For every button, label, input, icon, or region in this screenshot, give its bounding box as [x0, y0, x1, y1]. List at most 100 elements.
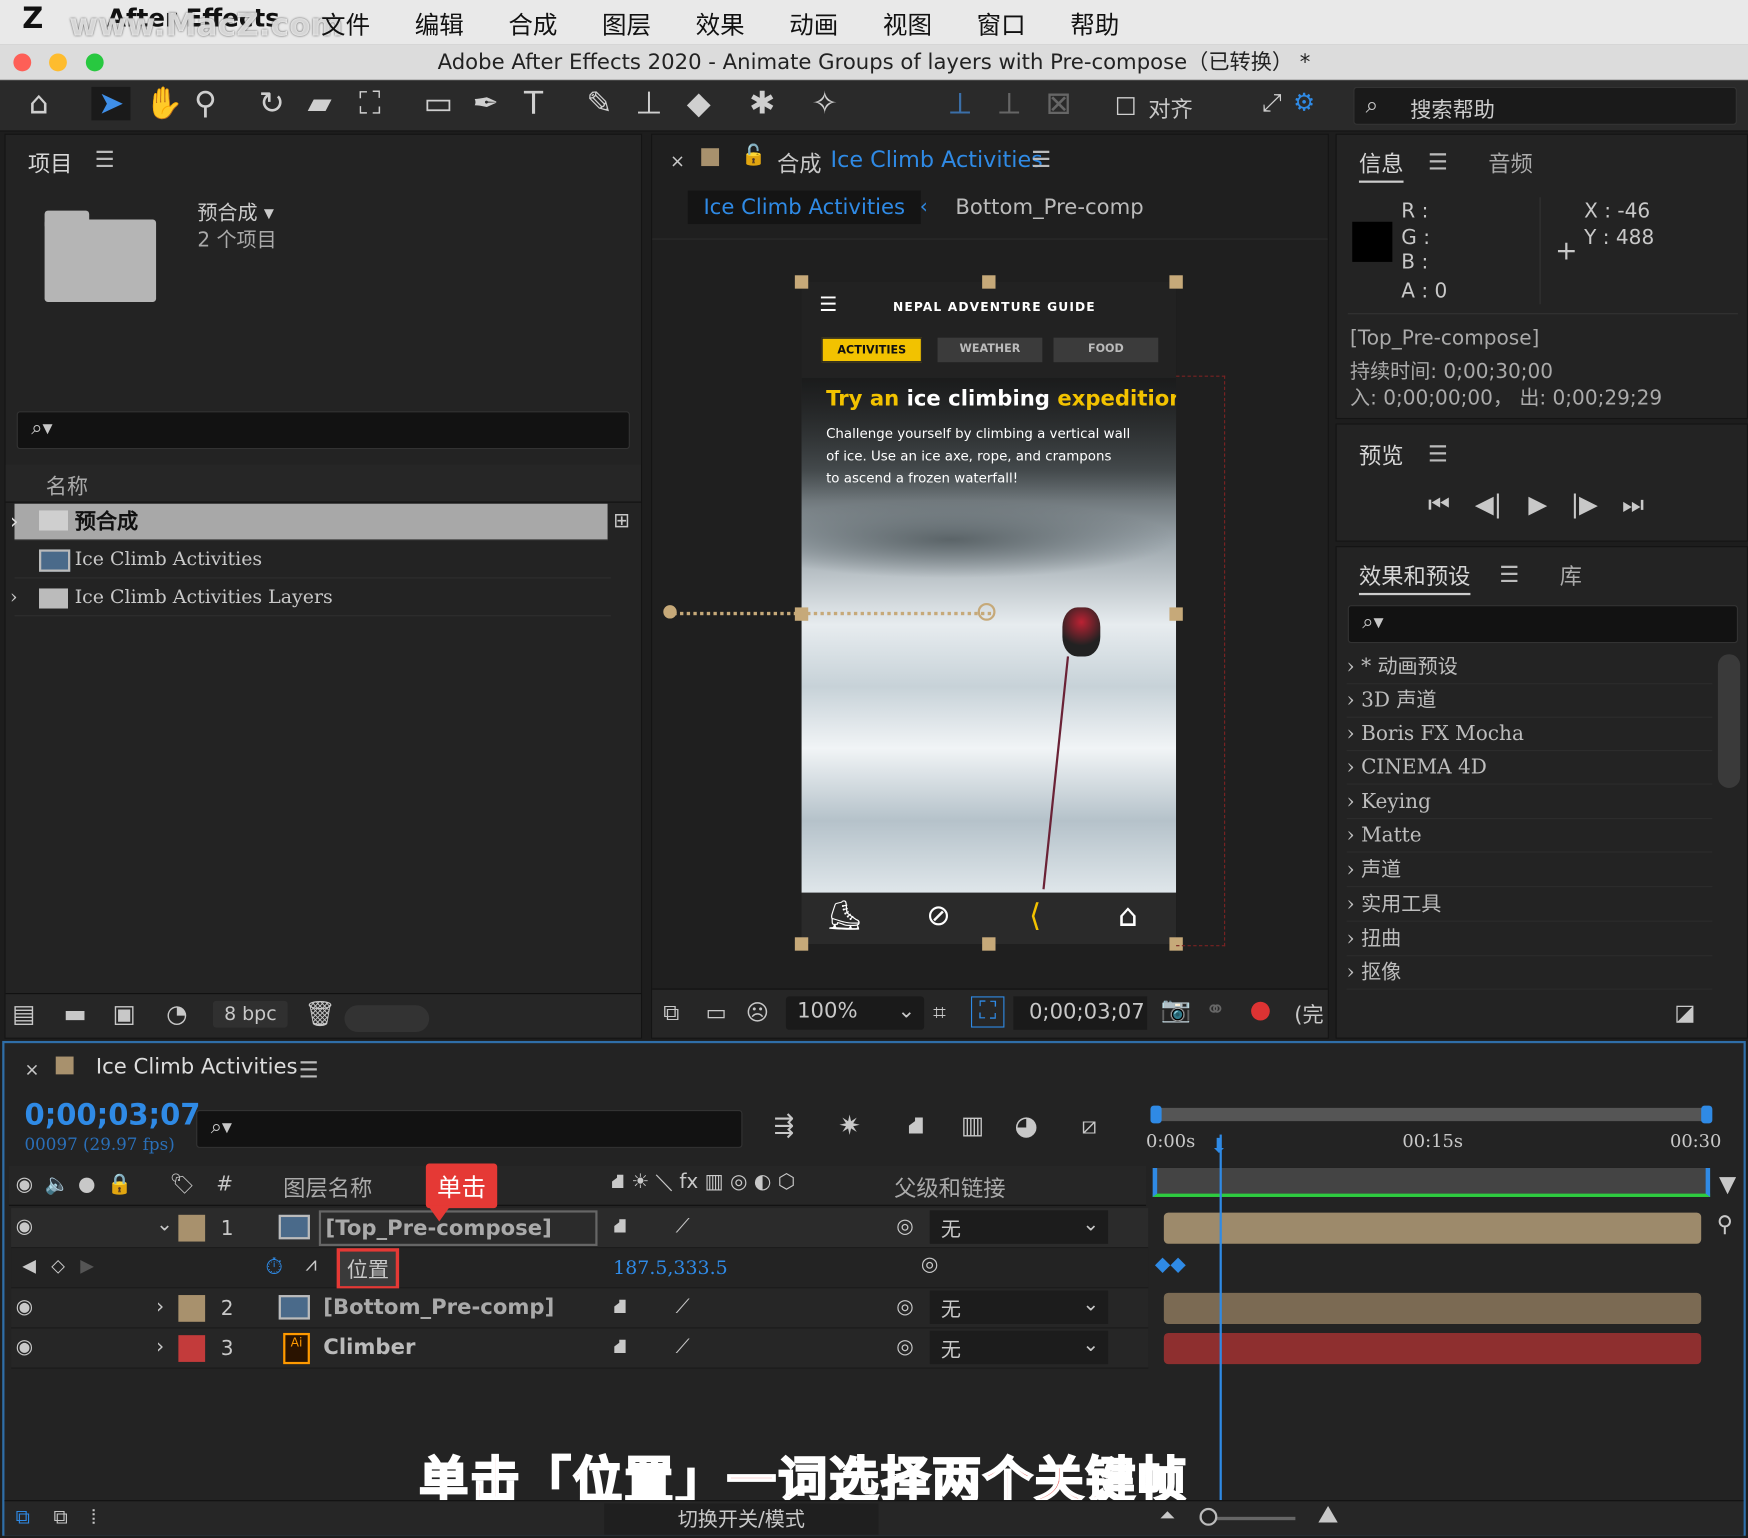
layer-bar-3[interactable]	[1163, 1332, 1702, 1365]
effect-category[interactable]: › 实用工具	[1346, 888, 1713, 922]
project-search-input[interactable]: ⌕▾	[16, 411, 630, 450]
snapshot-camera-icon[interactable]: 📷	[1161, 996, 1192, 1024]
zoom-slider-thumb[interactable]	[1199, 1507, 1218, 1526]
project-item-layers-folder[interactable]: › Ice Climb Activities Layers	[10, 580, 611, 617]
quality-switch-icon[interactable]: ⟋	[676, 1215, 690, 1238]
playhead-handle-icon[interactable]: ⬇	[1211, 1135, 1228, 1158]
effect-category[interactable]: › CINEMA 4D	[1346, 751, 1713, 785]
layer-bar-1[interactable]	[1163, 1212, 1702, 1244]
snap-checkbox[interactable]: ☐	[1115, 91, 1137, 124]
shy-switch-icon[interactable]: ⛘	[613, 1295, 627, 1322]
home-icon[interactable]: ⌂	[29, 86, 49, 120]
axis-view-icon[interactable]: ⊠	[1046, 86, 1072, 120]
anchor-point-icon[interactable]	[977, 602, 996, 621]
menu-view[interactable]: 视图	[883, 6, 932, 42]
shy-switch-icon[interactable]: ⛘	[613, 1215, 627, 1242]
column-name-header[interactable]: 名称	[46, 470, 88, 500]
audio-icon[interactable]: 🔈	[45, 1172, 70, 1195]
project-panel-title[interactable]: 项目	[28, 146, 73, 178]
parent-pickwhip-icon[interactable]: ◎	[896, 1295, 914, 1318]
label-tag-icon[interactable]: 🏷	[169, 1172, 194, 1195]
timeline-search-input[interactable]: ⌕▾	[196, 1110, 743, 1148]
frame-blending-icon[interactable]: ▥	[961, 1112, 984, 1140]
pen-tool-icon[interactable]: ✒	[473, 86, 499, 120]
add-keyframe-icon[interactable]: ◇	[51, 1255, 65, 1276]
transparency-grid-icon[interactable]: ⛶	[970, 996, 1005, 1028]
interpret-footage-icon[interactable]: ▤	[12, 1001, 35, 1029]
zoom-in-icon[interactable]: ⛰	[1318, 1501, 1339, 1529]
eye-icon[interactable]: ◉	[16, 1335, 34, 1358]
workspace-expand-icon[interactable]: ⤢	[1262, 87, 1282, 120]
parent-dropdown[interactable]: 无 ⌄	[929, 1330, 1109, 1365]
roto-brush-tool-icon[interactable]: ✱	[749, 86, 775, 120]
project-item-composition[interactable]: Ice Climb Activities	[14, 542, 611, 579]
layer-label-color[interactable]	[178, 1295, 206, 1322]
work-area-range[interactable]	[1152, 1167, 1711, 1197]
menu-help[interactable]: 帮助	[1070, 6, 1119, 42]
switches-icons[interactable]: ⛘ ☀ ⟍ fx ▥ ◎ ◐ ⬡	[611, 1170, 795, 1197]
layer-name[interactable]: [Bottom_Pre-comp]	[323, 1295, 554, 1320]
property-row-position[interactable]: ◀ ◇ ▶ ⏱ ⩘ 位置 187.5,333.5 ◎	[11, 1248, 1149, 1290]
expression-pickwhip-icon[interactable]: ◎	[921, 1253, 939, 1276]
tab-info[interactable]: 信息	[1358, 146, 1404, 183]
type-tool-icon[interactable]: T	[524, 86, 543, 120]
expand-chevron-icon[interactable]: ›	[10, 580, 18, 617]
apple-logo-icon[interactable]: Z	[22, 2, 43, 35]
effect-category[interactable]: › 3D 声道	[1346, 684, 1713, 718]
channels-icon[interactable]: ●	[1250, 996, 1271, 1024]
project-settings-icon[interactable]: ◔	[166, 1001, 187, 1029]
monitor-icon[interactable]: ▭	[706, 999, 727, 1026]
color-depth-button[interactable]: 8 bpc	[212, 1000, 288, 1028]
parent-dropdown[interactable]: 无 ⌄	[929, 1290, 1109, 1325]
layer-name-header[interactable]: 图层名称	[283, 1170, 372, 1202]
menu-effect[interactable]: 效果	[696, 6, 745, 42]
video-visibility-icon[interactable]: ◉	[16, 1172, 34, 1195]
comp-mini-flowchart-icon[interactable]: ⇶	[774, 1112, 795, 1140]
effect-category[interactable]: › 抠像	[1346, 956, 1713, 990]
preview-title[interactable]: 预览	[1359, 438, 1404, 470]
tab-audio[interactable]: 音频	[1488, 146, 1533, 178]
close-panel-icon[interactable]: ×	[670, 150, 685, 171]
previous-frame-icon[interactable]: ◀|	[1475, 491, 1502, 519]
rectangle-tool-icon[interactable]: ▭	[424, 86, 454, 120]
next-keyframe-icon[interactable]: ▶	[80, 1255, 94, 1276]
work-area-bar[interactable]	[1150, 1105, 1713, 1124]
delete-icon[interactable]: 🗑	[304, 1001, 335, 1029]
magnification-dropdown[interactable]: 100% ⌄	[785, 996, 925, 1030]
axis-world-icon[interactable]: ⟂	[999, 86, 1020, 120]
clone-stamp-tool-icon[interactable]: ⊥	[635, 86, 662, 120]
panel-menu-icon[interactable]: ☰	[1499, 561, 1519, 588]
layer-number-header[interactable]: #	[216, 1172, 233, 1195]
flowchart-icon[interactable]: ⊞	[613, 509, 630, 532]
effects-search-input[interactable]: ⌕▾	[1347, 605, 1738, 644]
motion-blur-icon[interactable]: ◕	[1014, 1110, 1037, 1141]
next-frame-icon[interactable]: |▶	[1571, 491, 1598, 519]
zoom-out-icon[interactable]: ⏶	[1159, 1503, 1175, 1526]
keyframe-1-icon[interactable]: ◆◆	[1155, 1253, 1186, 1276]
layer-name-field[interactable]: [Top_Pre-compose]	[318, 1210, 598, 1247]
panel-menu-icon[interactable]: ☰	[1428, 148, 1448, 175]
eraser-tool-icon[interactable]: ◆	[687, 86, 711, 120]
parent-dropdown[interactable]: 无 ⌄	[929, 1210, 1109, 1244]
workspace-switcher-icon[interactable]: ⚙	[1293, 87, 1315, 120]
expand-chevron-icon[interactable]: ›	[10, 504, 18, 541]
effect-category[interactable]: › 扭曲	[1346, 923, 1713, 957]
layer-label-color[interactable]	[178, 1335, 206, 1362]
motion-path[interactable]	[667, 611, 992, 616]
thumbnail-slider[interactable]	[344, 1005, 430, 1033]
graph-editor-icon[interactable]: ⧄	[1081, 1112, 1097, 1140]
effect-category[interactable]: › Boris FX Mocha	[1346, 718, 1713, 752]
stopwatch-icon[interactable]: ⏱	[265, 1253, 282, 1280]
effect-category[interactable]: › Matte	[1346, 819, 1713, 853]
layer-row-climber[interactable]: ◉ › 3 Ai Climber ⛘ ⟋ ◎ 无 ⌄	[11, 1328, 1149, 1369]
close-window-button[interactable]	[13, 53, 32, 72]
keyframe-point-icon[interactable]	[663, 605, 677, 619]
layer-row-top-pre-compose[interactable]: ◉ ⌄ 1 [Top_Pre-compose] ⛘ ⟋ ◎ 无 ⌄	[11, 1208, 1149, 1249]
expand-chevron-icon[interactable]: ›	[156, 1295, 164, 1318]
new-bin-icon[interactable]: ◪	[1674, 999, 1695, 1026]
show-snapshot-icon[interactable]: ⚭	[1205, 996, 1226, 1024]
comp-marker-bin-icon[interactable]: ▼	[1719, 1170, 1736, 1197]
layer-bar-2[interactable]	[1163, 1292, 1702, 1325]
menu-layer[interactable]: 图层	[602, 6, 651, 42]
eye-icon[interactable]: ◉	[16, 1295, 34, 1318]
